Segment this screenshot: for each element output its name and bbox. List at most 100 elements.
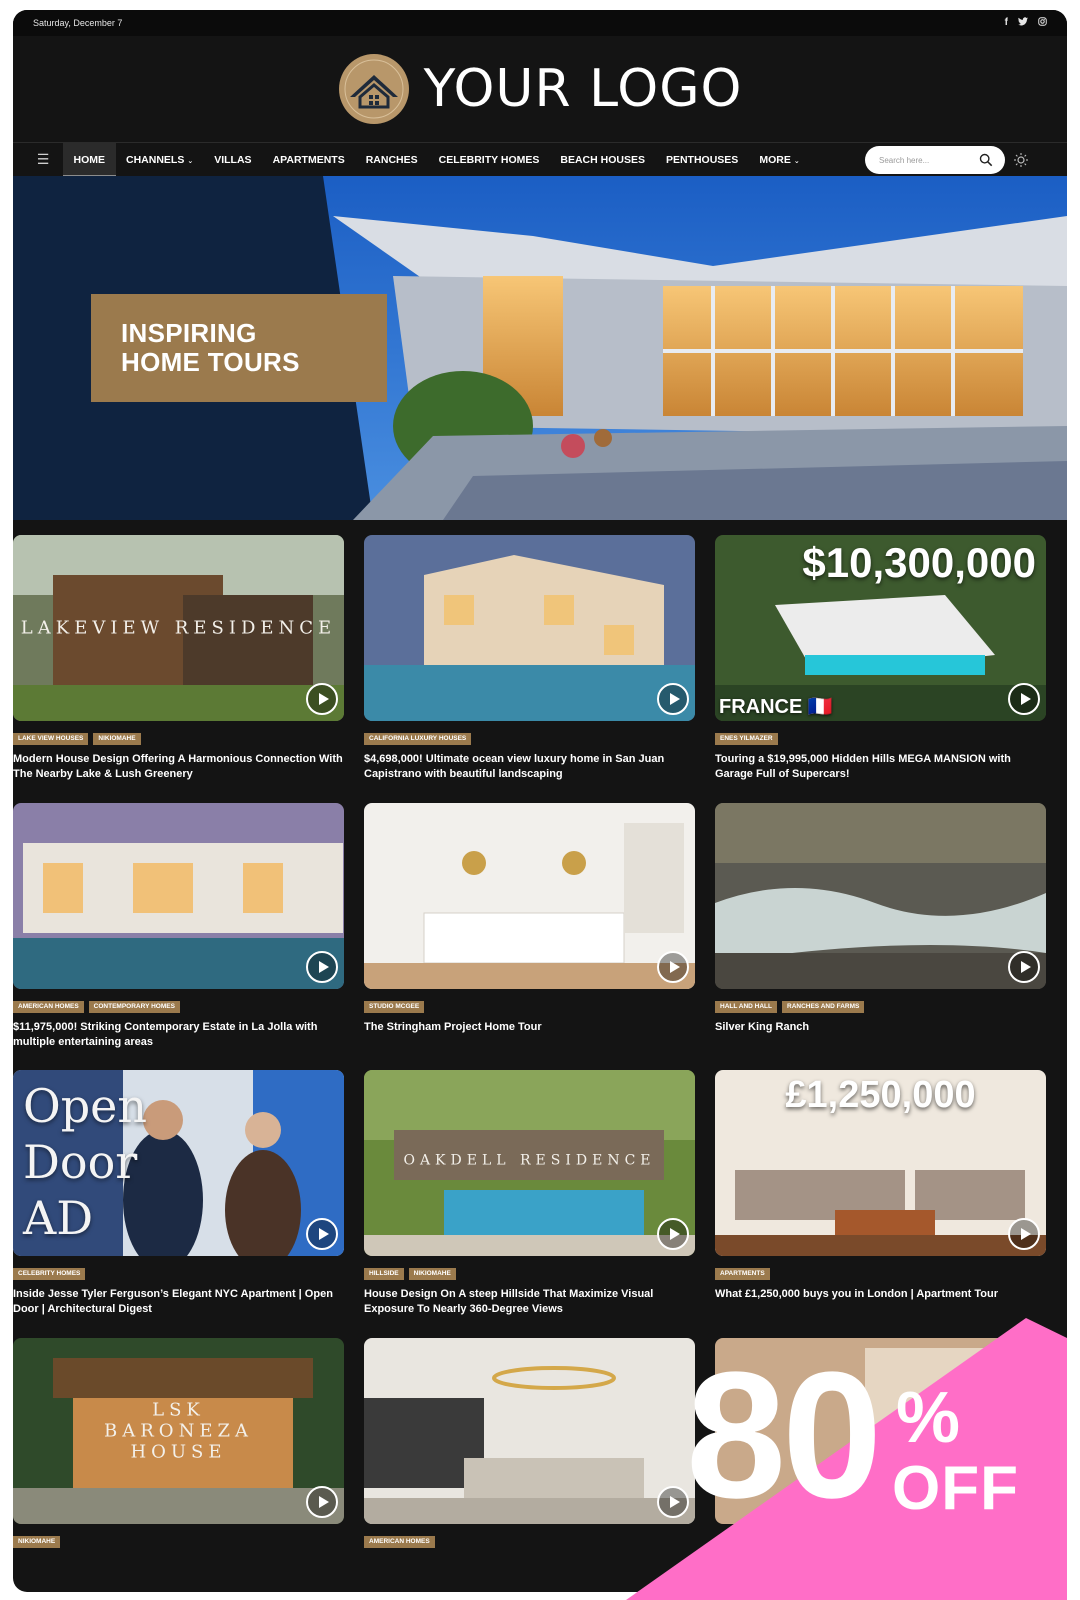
hero-title-line1: INSPIRING <box>121 318 257 348</box>
play-icon[interactable] <box>306 1218 338 1250</box>
video-title[interactable]: The Stringham Project Home Tour <box>364 1020 695 1035</box>
social-links: f <box>1005 17 1047 29</box>
thumbnail-image <box>364 803 695 989</box>
nav-channels-label: CHANNELS <box>126 153 185 166</box>
video-thumbnail[interactable] <box>364 803 695 989</box>
video-thumbnail[interactable]: LAKEVIEW RESIDENCE <box>13 535 344 721</box>
nav-ranches[interactable]: RANCHES <box>355 143 428 177</box>
play-icon[interactable] <box>306 1486 338 1518</box>
play-icon[interactable] <box>306 683 338 715</box>
main-nav: ☰ HOME CHANNELS ⌄ VILLAS APARTMENTS RANCH… <box>13 142 1067 177</box>
thumbnail-overlay-text: LSK BARONEZA HOUSE <box>104 1399 253 1463</box>
tag[interactable]: ENES YILMAZER <box>715 733 778 745</box>
theme-toggle-sun-icon[interactable] <box>1013 152 1029 168</box>
play-icon[interactable] <box>1008 951 1040 983</box>
video-title[interactable]: Modern House Design Offering A Harmoniou… <box>13 752 344 782</box>
nav-more[interactable]: MORE ⌄ <box>749 143 810 177</box>
video-card: $10,300,000 FRANCE 🇫🇷 ENES YILMAZER Tour… <box>715 535 1046 782</box>
discount-number: 80 <box>686 1335 882 1536</box>
play-icon[interactable] <box>657 683 689 715</box>
facebook-icon[interactable]: f <box>1005 17 1008 29</box>
play-icon[interactable] <box>657 951 689 983</box>
instagram-icon[interactable] <box>1038 17 1047 29</box>
video-thumbnail[interactable] <box>13 803 344 989</box>
video-thumbnail[interactable]: £1,250,000 <box>715 1070 1046 1256</box>
video-thumbnail[interactable]: OAKDELL RESIDENCE <box>364 1070 695 1256</box>
thumbnail-overlay-text: OAKDELL RESIDENCE <box>403 1152 656 1169</box>
country-overlay: FRANCE 🇫🇷 <box>719 696 833 718</box>
tag[interactable]: HILLSIDE <box>364 1268 404 1280</box>
tag[interactable]: HALL AND HALL <box>715 1001 777 1013</box>
play-icon[interactable] <box>1008 1218 1040 1250</box>
thumbnail-image <box>715 803 1046 989</box>
tag[interactable]: NIKIOMAHE <box>408 1268 456 1280</box>
tag[interactable]: AMERICAN HOMES <box>364 1536 435 1548</box>
nav-more-label: MORE <box>759 153 791 166</box>
percent-sign: % <box>896 1378 961 1458</box>
play-icon[interactable] <box>306 951 338 983</box>
tag-list: HALL AND HALL RANCHES AND FARMS <box>715 1001 1046 1013</box>
search-icon[interactable] <box>979 153 993 167</box>
tag[interactable]: RANCHES AND FARMS <box>782 1001 865 1013</box>
tag[interactable]: NIKIOMAHE <box>93 733 141 745</box>
play-icon[interactable] <box>1008 683 1040 715</box>
video-title[interactable]: Inside Jesse Tyler Ferguson’s Elegant NY… <box>13 1287 344 1317</box>
video-thumbnail[interactable]: $10,300,000 FRANCE 🇫🇷 <box>715 535 1046 721</box>
video-card: £1,250,000 APARTMENTS What £1,250,000 bu… <box>715 1070 1046 1302</box>
video-card: CALIFORNIA LUXURY HOUSES $4,698,000! Ult… <box>364 535 695 782</box>
chevron-down-icon: ⌄ <box>793 157 800 165</box>
video-card: STUDIO MCGEE The Stringham Project Home … <box>364 803 695 1035</box>
play-icon[interactable] <box>657 1218 689 1250</box>
nav-home[interactable]: HOME <box>63 142 116 177</box>
video-title[interactable]: What £1,250,000 buys you in London | Apa… <box>715 1287 1046 1302</box>
tag-list: LAKE VIEW HOUSES NIKIOMAHE <box>13 733 344 745</box>
hero-title-box: INSPIRING HOME TOURS <box>91 294 387 402</box>
nav-villas[interactable]: VILLAS <box>204 143 262 177</box>
video-title[interactable]: House Design On A steep Hillside That Ma… <box>364 1287 695 1317</box>
tag[interactable]: AMERICAN HOMES <box>13 1001 84 1013</box>
search-box <box>865 146 1005 174</box>
video-thumbnail[interactable] <box>364 535 695 721</box>
search-input[interactable] <box>879 155 979 165</box>
nav-apartments[interactable]: APARTMENTS <box>262 143 355 177</box>
tag[interactable]: NIKIOMAHE <box>13 1536 61 1548</box>
current-date: Saturday, December 7 <box>33 18 123 28</box>
video-card: LAKEVIEW RESIDENCE LAKE VIEW HOUSES NIKI… <box>13 535 344 782</box>
tag-list: CELEBRITY HOMES <box>13 1268 344 1280</box>
hero-banner[interactable]: INSPIRING HOME TOURS <box>13 176 1067 520</box>
thumbnail-overlay-text: LAKEVIEW RESIDENCE <box>20 617 337 639</box>
tag[interactable]: STUDIO MCGEE <box>364 1001 425 1013</box>
video-thumbnail[interactable] <box>715 803 1046 989</box>
nav-channels[interactable]: CHANNELS ⌄ <box>116 143 204 177</box>
tag-list: HILLSIDE NIKIOMAHE <box>364 1268 695 1280</box>
tag-list: NIKIOMAHE <box>13 1536 344 1548</box>
thumbnail-image <box>364 535 695 721</box>
video-card: HALL AND HALL RANCHES AND FARMS Silver K… <box>715 803 1046 1035</box>
off-label: OFF <box>892 1454 1019 1523</box>
nav-home-label: HOME <box>73 153 106 166</box>
tag[interactable]: CALIFORNIA LUXURY HOUSES <box>364 733 472 745</box>
tag[interactable]: APARTMENTS <box>715 1268 770 1280</box>
tag-list: AMERICAN HOMES CONTEMPORARY HOMES <box>13 1001 344 1013</box>
video-title[interactable]: $4,698,000! Ultimate ocean view luxury h… <box>364 752 695 782</box>
nav-penthouses[interactable]: PENTHOUSES <box>655 143 748 177</box>
hamburger-menu-icon[interactable]: ☰ <box>27 151 59 168</box>
tag[interactable]: CELEBRITY HOMES <box>13 1268 86 1280</box>
site-logo[interactable]: YOUR LOGO <box>13 36 1067 142</box>
nav-celebrity-homes[interactable]: CELEBRITY HOMES <box>428 143 550 177</box>
video-card: LSK BARONEZA HOUSE NIKIOMAHE <box>13 1338 344 1548</box>
thumbnail-image <box>13 803 344 989</box>
tag[interactable]: CONTEMPORARY HOMES <box>88 1001 180 1013</box>
video-title[interactable]: Touring a $19,995,000 Hidden Hills MEGA … <box>715 752 1046 782</box>
price-overlay: $10,300,000 <box>802 539 1036 586</box>
video-title[interactable]: $11,975,000! Striking Contemporary Estat… <box>13 1020 344 1050</box>
video-card: Open Door AD CELEBRITY HOMES Inside Jess… <box>13 1070 344 1317</box>
video-title[interactable]: Silver King Ranch <box>715 1020 1046 1035</box>
video-thumbnail[interactable]: Open Door AD <box>13 1070 344 1256</box>
video-card: AMERICAN HOMES CONTEMPORARY HOMES $11,97… <box>13 803 344 1050</box>
tag-list: ENES YILMAZER <box>715 733 1046 745</box>
tag[interactable]: LAKE VIEW HOUSES <box>13 733 89 745</box>
nav-beach-houses[interactable]: BEACH HOUSES <box>550 143 656 177</box>
twitter-icon[interactable] <box>1018 17 1028 29</box>
video-thumbnail[interactable]: LSK BARONEZA HOUSE <box>13 1338 344 1524</box>
